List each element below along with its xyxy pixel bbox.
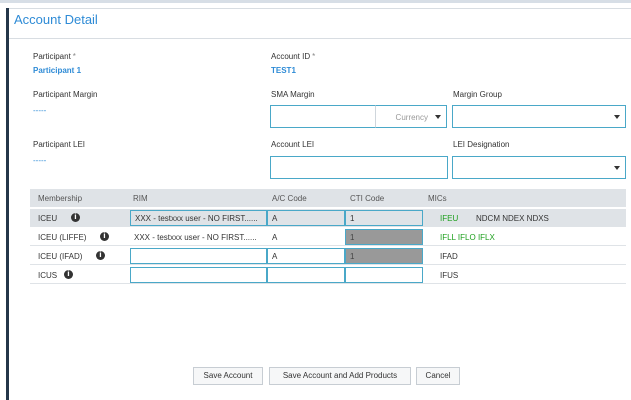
header-cti-code: CTI Code (350, 194, 385, 203)
table-row[interactable]: ICUS i IFUS (30, 266, 626, 284)
rim-cell[interactable] (130, 267, 267, 283)
ac-code-value: A (272, 233, 278, 242)
participant-label: Participant * (33, 52, 76, 61)
mic-other: IFAD (440, 252, 458, 261)
lei-designation-label: LEI Designation (453, 140, 510, 149)
margin-group-label: Margin Group (453, 90, 502, 99)
membership-name: ICUS (38, 271, 58, 280)
info-icon[interactable]: i (96, 251, 105, 260)
cti-code-cell[interactable] (345, 267, 423, 283)
table-row[interactable]: ICEU (IFAD) i A 1 IFAD (30, 247, 626, 265)
mic-other: NDCM NDEX NDXS (476, 214, 549, 223)
membership-name: ICEU (LIFFE) (38, 233, 87, 242)
dialog-title: Account Detail (14, 12, 98, 27)
ac-code-cell[interactable]: A (267, 210, 345, 226)
chevron-down-icon (614, 115, 620, 119)
info-icon[interactable]: i (71, 213, 80, 222)
table-row[interactable]: ICEU (LIFFE) i XXX - testxxx user - NO F… (30, 228, 626, 246)
header-mics: MICs (428, 194, 447, 203)
cti-code-cell: 1 (345, 248, 423, 264)
participant-lei-value: ----- (33, 156, 47, 165)
participant-value: Participant 1 (33, 66, 82, 75)
cancel-button[interactable]: Cancel (416, 367, 460, 385)
rim-cell[interactable] (130, 248, 267, 264)
mic-active: IFEU (440, 214, 459, 223)
cti-code-value: 1 (350, 233, 355, 242)
chevron-down-icon (435, 115, 441, 119)
table-header: Membership RIM A/C Code CTI Code MICs (30, 189, 626, 207)
mic-active: IFLL IFLO IFLX (440, 233, 495, 242)
account-id-value: TEST1 (271, 66, 296, 75)
account-lei-input[interactable] (270, 156, 448, 179)
account-lei-label: Account LEI (271, 140, 315, 149)
rim-value: XXX - testxxx user - NO FIRST...... (135, 214, 258, 223)
rim-value: XXX - testxxx user - NO FIRST...... (134, 233, 257, 242)
save-account-button[interactable]: Save Account (193, 367, 263, 385)
title-divider (9, 38, 631, 39)
margin-group-select[interactable] (452, 105, 626, 128)
save-and-add-products-button[interactable]: Save Account and Add Products (269, 367, 411, 385)
table-row[interactable]: ICEU i XXX - testxxx user - NO FIRST....… (30, 209, 626, 227)
chevron-down-icon (614, 166, 620, 170)
ac-code-cell[interactable]: A (267, 248, 345, 264)
currency-select[interactable]: Currency (375, 105, 447, 128)
header-rim: RIM (133, 194, 148, 203)
ac-code-value: A (272, 252, 278, 261)
top-strip (0, 0, 631, 3)
header-membership: Membership (38, 194, 83, 203)
sma-margin-label: SMA Margin (271, 90, 315, 99)
rim-cell[interactable]: XXX - testxxx user - NO FIRST...... (130, 210, 267, 226)
sma-margin-input[interactable] (270, 105, 376, 128)
mic-other: IFUS (440, 271, 459, 280)
ac-code-value: A (272, 214, 278, 223)
membership-name: ICEU (38, 214, 58, 223)
currency-placeholder: Currency (395, 113, 428, 122)
cti-code-cell: 1 (345, 229, 423, 245)
cti-code-cell[interactable]: 1 (345, 210, 423, 226)
header-ac-code: A/C Code (272, 194, 307, 203)
cti-code-value: 1 (350, 252, 355, 261)
required-mark: * (312, 52, 316, 61)
cti-code-value: 1 (350, 214, 355, 223)
top-bar (0, 0, 631, 8)
lei-designation-select[interactable] (452, 156, 626, 179)
info-icon[interactable]: i (100, 232, 109, 241)
account-id-label: Account ID * (271, 52, 316, 61)
participant-margin-label: Participant Margin (33, 90, 98, 99)
info-icon[interactable]: i (64, 270, 73, 279)
membership-name: ICEU (IFAD) (38, 252, 83, 261)
ac-code-cell[interactable] (267, 267, 345, 283)
participant-lei-label: Participant LEI (33, 140, 86, 149)
required-mark: * (72, 52, 76, 61)
participant-margin-value: ----- (33, 106, 47, 115)
